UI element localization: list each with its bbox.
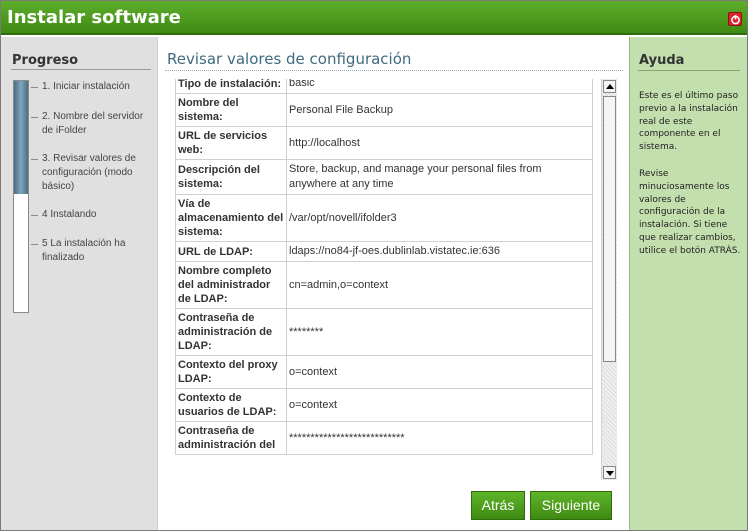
installer-window: Instalar software Progreso 1. Iniciar in…: [0, 0, 748, 531]
close-icon[interactable]: [728, 12, 742, 26]
config-table: Tipo de instalación: basic Nombre del sist…: [175, 79, 593, 455]
step-1: 1. Iniciar instalación: [42, 81, 130, 92]
config-value: /var/opt/novell/ifolder3: [286, 194, 593, 242]
vertical-scrollbar[interactable]: [601, 79, 617, 480]
config-row: URL de servicios web: http://localhost: [175, 126, 593, 160]
step-tick: [31, 117, 38, 118]
progress-heading: Progreso: [12, 53, 79, 68]
progress-divider: [11, 69, 151, 70]
help-heading: Ayuda: [639, 53, 685, 68]
step-2: 2. Nombre del servidor de iFolder: [42, 111, 144, 136]
config-row: Vía de almacenamiento del sistema:/var/o…: [175, 194, 593, 242]
scroll-up-button[interactable]: [603, 80, 616, 93]
config-value: cn=admin,o=context: [286, 261, 593, 309]
progress-bar: [13, 80, 29, 313]
main-panel: Revisar valores de configuración Tipo de…: [159, 37, 629, 530]
arrow-up-icon: [606, 84, 614, 89]
back-button[interactable]: Atrás: [471, 491, 525, 520]
help-panel: Ayuda Este es el último paso previo a la…: [629, 37, 747, 530]
help-paragraph-1: Este es el último paso previo a la insta…: [639, 91, 739, 153]
scroll-thumb[interactable]: [603, 96, 616, 362]
title-divider: [165, 70, 623, 71]
config-key: Descripción del sistema:: [175, 159, 287, 195]
help-paragraph-2: Revise minuciosamente los valores de con…: [639, 169, 741, 256]
step-5: 5 La instalación ha finalizado: [42, 238, 126, 263]
config-value: http://localhost: [286, 126, 593, 160]
next-button[interactable]: Siguiente: [530, 491, 612, 520]
step-4: 4 Instalando: [42, 209, 97, 220]
config-key: Nombre completo del administrador de LDA…: [175, 261, 287, 309]
config-value: ldaps://no84-jf-oes.dublinlab.vistatec.i…: [286, 241, 593, 262]
help-divider: [638, 70, 740, 71]
config-row: Contraseña de administración del ********…: [175, 421, 593, 455]
config-row: Contexto del proxy LDAP: o=context: [175, 355, 593, 389]
config-row: Contexto de usuarios de LDAP: o=context: [175, 388, 593, 422]
config-value: o=context: [286, 388, 593, 422]
config-value: ***************************: [286, 421, 593, 455]
config-value: basic: [286, 79, 593, 94]
config-key: Contexto del proxy LDAP:: [175, 355, 287, 389]
config-key: URL de servicios web:: [175, 126, 287, 160]
config-key: Nombre del sistema:: [175, 93, 287, 127]
window-title: Instalar software: [7, 7, 181, 28]
config-value: o=context: [286, 355, 593, 389]
config-row: Nombre completo del administrador de LDA…: [175, 261, 593, 309]
config-table-viewport[interactable]: Tipo de instalación: basic Nombre del sist…: [175, 79, 593, 480]
config-key: Tipo de instalación:: [175, 79, 287, 94]
config-row: Descripción del sistema: Store, backup, a…: [175, 159, 593, 195]
progress-panel: Progreso 1. Iniciar instalación 2. Nombr…: [1, 37, 158, 530]
config-key: Contexto de usuarios de LDAP:: [175, 388, 287, 422]
page-title: Revisar valores de configuración: [167, 50, 412, 68]
config-row: URL de LDAP: ldaps://no84-jf-oes.dublinla…: [175, 241, 593, 262]
scroll-down-button[interactable]: [603, 466, 616, 479]
config-key: Vía de almacenamiento del sistema:: [175, 194, 287, 242]
config-value: ********: [286, 308, 593, 356]
step-tick: [31, 244, 38, 245]
arrow-down-icon: [606, 471, 614, 476]
config-row: Contraseña de administración de LDAP: ***…: [175, 308, 593, 356]
config-key: Contraseña de administración de LDAP:: [175, 308, 287, 356]
config-row: Nombre del sistema: Personal File Backup: [175, 93, 593, 127]
config-value: Store, backup, and manage your personal …: [286, 159, 593, 195]
progress-bar-fill: [14, 81, 28, 194]
step-tick: [31, 215, 38, 216]
step-tick: [31, 87, 38, 88]
step-tick: [31, 159, 38, 160]
config-row: Tipo de instalación: basic: [175, 79, 593, 94]
config-key: URL de LDAP:: [175, 241, 287, 262]
config-key: Contraseña de administración del: [175, 421, 287, 455]
title-bar: Instalar software: [1, 1, 747, 35]
config-value: Personal File Backup: [286, 93, 593, 127]
step-3: 3. Revisar valores de configuración (mod…: [42, 153, 136, 192]
